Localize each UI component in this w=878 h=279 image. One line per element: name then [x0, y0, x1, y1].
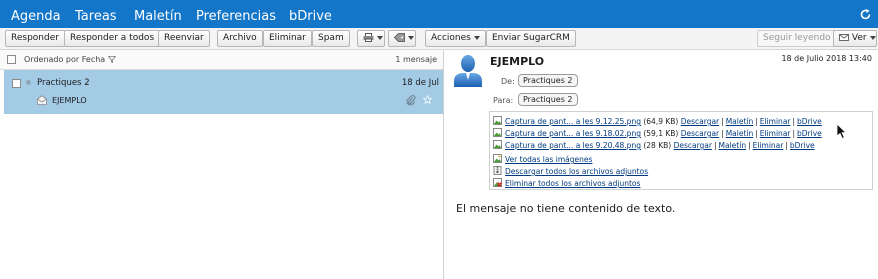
spam-button[interactable]: Spam — [312, 30, 350, 47]
attachment-row: Captura de pant... a les 9.12.25.png (64… — [493, 116, 822, 126]
attachment-delete-link[interactable]: Eliminar — [760, 117, 791, 126]
acciones-dropdown-button[interactable]: Acciones — [425, 30, 486, 47]
sort-by-date[interactable]: Ordenado por Fecha — [24, 55, 117, 64]
archive-download-icon — [493, 166, 502, 175]
attachment-delete-link[interactable]: Eliminar — [760, 129, 791, 138]
tab-preferencias[interactable]: Preferencias — [196, 9, 276, 24]
tab-agenda[interactable]: Agenda — [11, 9, 61, 24]
contact-avatar-icon — [454, 55, 482, 87]
seguir-leyendo-button[interactable]: Seguir leyendo — [757, 30, 837, 47]
print-dropdown-button[interactable] — [357, 30, 385, 47]
attachment-download-link[interactable]: Descargar — [674, 141, 712, 150]
eliminar-button[interactable]: Eliminar — [263, 30, 312, 47]
from-label: De: — [501, 77, 515, 86]
message-title: EJEMPLO — [490, 55, 545, 68]
chevron-down-icon — [377, 35, 383, 40]
chevron-down-icon — [869, 35, 876, 40]
list-item[interactable]: Practiques 2 18 de Jul EJEMPLO — [4, 70, 443, 114]
attachment-delete-link[interactable]: Eliminar — [753, 141, 784, 150]
attachment-size: (59,1 KB) — [643, 129, 679, 138]
print-icon — [363, 33, 374, 42]
attachment-row: Captura de pant... a les 9.20.48.png (28… — [493, 140, 815, 150]
delete-attachments-icon — [493, 178, 502, 187]
to-contact-pill[interactable]: Practiques 2 — [518, 93, 578, 106]
message-body: El mensaje no tiene contenido de texto. — [456, 202, 676, 215]
download-all-link[interactable]: Descargar todos los archivos adjuntos — [505, 167, 648, 176]
tag-dropdown-button[interactable] — [388, 30, 416, 47]
mail-app: Agenda Tareas Maletín Preferencias bDriv… — [0, 0, 878, 279]
attachment-size: (28 KB) — [643, 141, 672, 150]
message-count: 1 mensaje — [395, 55, 437, 64]
tag-icon — [393, 33, 405, 42]
message-sender: Practiques 2 — [37, 78, 90, 88]
unread-dot-icon — [26, 80, 31, 85]
message-timestamp: 18 de Julio 2018 13:40 — [781, 54, 872, 63]
attachment-name[interactable]: Captura de pant... a les 9.18.02.png — [505, 129, 641, 138]
attachment-maletin-link[interactable]: Maletín — [726, 129, 754, 138]
message-preview-pane: EJEMPLO 18 de Julio 2018 13:40 De: Pract… — [445, 50, 878, 279]
images-icon — [493, 154, 502, 163]
image-file-icon — [493, 116, 502, 125]
attachment-size: (64,9 KB) — [643, 117, 679, 126]
attachment-download-link[interactable]: Descargar — [681, 129, 719, 138]
sort-label: Ordenado por Fecha — [24, 55, 106, 64]
ver-dropdown-button[interactable]: Ver — [833, 30, 877, 47]
attachment-row: Captura de pant... a les 9.18.02.png (59… — [493, 128, 822, 138]
enviar-sugarcrm-button[interactable]: Enviar SugarCRM — [486, 30, 576, 47]
message-subject: EJEMPLO — [52, 96, 87, 105]
attachments-panel: Captura de pant... a les 9.12.25.png (64… — [489, 111, 873, 190]
delete-all-action[interactable]: Eliminar todos los archivos adjuntos — [493, 178, 640, 188]
responder-button[interactable]: Responder — [5, 30, 65, 47]
delete-all-link[interactable]: Eliminar todos los archivos adjuntos — [505, 179, 640, 188]
chevron-down-icon — [473, 35, 480, 40]
attachment-download-link[interactable]: Descargar — [681, 117, 719, 126]
to-label: Para: — [493, 96, 514, 105]
tab-maletin[interactable]: Maletín — [134, 9, 182, 24]
download-all-action[interactable]: Descargar todos los archivos adjuntos — [493, 166, 648, 176]
message-date: 18 de Jul — [401, 78, 439, 88]
attachment-maletin-link[interactable]: Maletín — [726, 117, 754, 126]
from-contact-pill[interactable]: Practiques 2 — [518, 74, 578, 87]
top-navigation: Agenda Tareas Maletín Preferencias bDriv… — [0, 0, 878, 28]
message-checkbox[interactable] — [12, 79, 21, 88]
attachment-bdrive-link[interactable]: bDrive — [790, 141, 815, 150]
attachment-maletin-link[interactable]: Maletín — [719, 141, 747, 150]
message-list-pane: Ordenado por Fecha 1 mensaje Practiques … — [0, 50, 444, 279]
responder-todos-button[interactable]: Responder a todos — [64, 30, 161, 47]
tab-tareas[interactable]: Tareas — [75, 9, 117, 24]
chevron-down-icon — [408, 35, 414, 40]
envelope-read-icon — [37, 95, 47, 105]
acciones-label: Acciones — [431, 33, 471, 43]
mouse-cursor-icon — [836, 123, 847, 140]
select-all-checkbox[interactable] — [7, 55, 16, 64]
archivo-button[interactable]: Archivo — [217, 30, 263, 47]
view-all-images-action[interactable]: Ver todas las imágenes — [493, 154, 592, 164]
paperclip-icon — [406, 95, 416, 106]
tab-bdrive[interactable]: bDrive — [289, 9, 332, 24]
star-icon[interactable] — [423, 95, 432, 104]
mail-view-icon — [839, 34, 849, 41]
toolbar: Responder Responder a todos Reenviar Arc… — [0, 28, 878, 50]
sort-filter-icon — [107, 56, 117, 64]
image-file-icon — [493, 128, 502, 137]
refresh-icon[interactable] — [859, 8, 872, 21]
image-file-icon — [493, 140, 502, 149]
list-header: Ordenado por Fecha 1 mensaje — [0, 50, 443, 70]
reenviar-button[interactable]: Reenviar — [158, 30, 210, 47]
ver-label: Ver — [851, 33, 867, 43]
attachment-bdrive-link[interactable]: bDrive — [797, 129, 822, 138]
attachment-bdrive-link[interactable]: bDrive — [797, 117, 822, 126]
attachment-name[interactable]: Captura de pant... a les 9.12.25.png — [505, 117, 641, 126]
attachment-name[interactable]: Captura de pant... a les 9.20.48.png — [505, 141, 641, 150]
view-all-images-link[interactable]: Ver todas las imágenes — [505, 155, 592, 164]
